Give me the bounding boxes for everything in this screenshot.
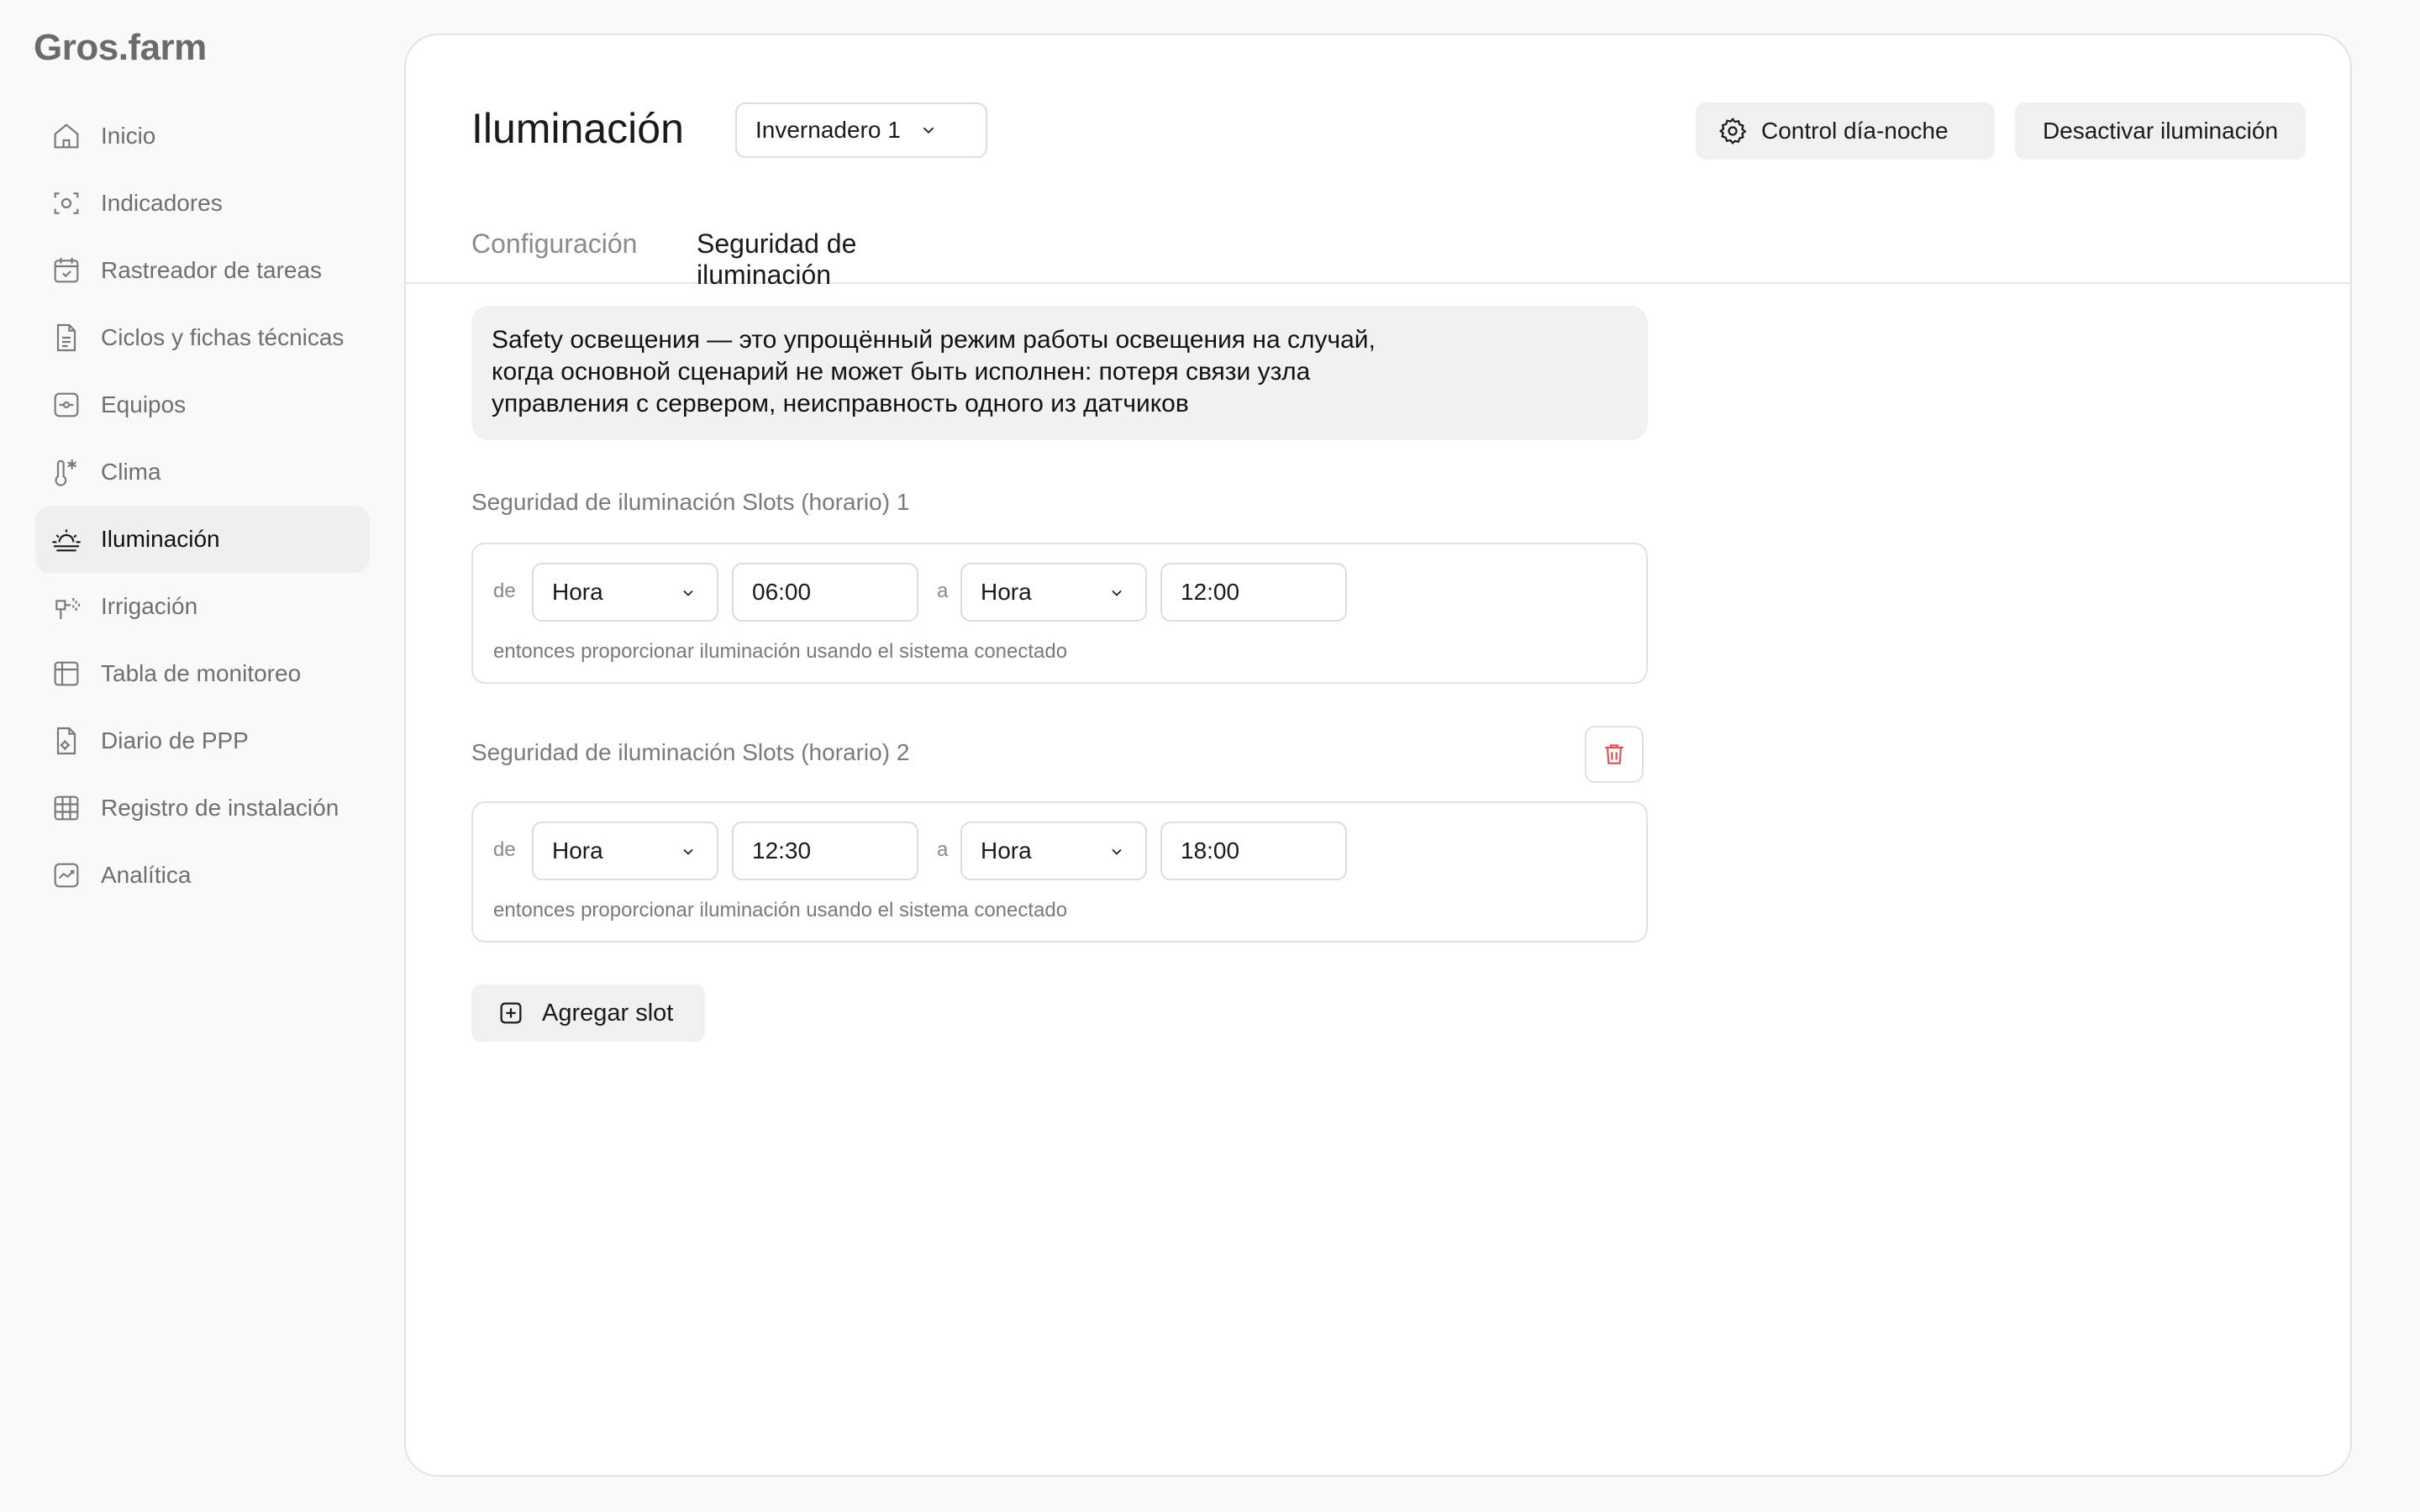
sidebar-item-label: Irrigación <box>101 593 198 619</box>
sidebar-item-label: Ciclos y fichas técnicas <box>101 324 345 350</box>
day-night-label: Control día-noche <box>1761 118 1949 144</box>
to-unit-select[interactable]: Hora <box>960 822 1147 880</box>
to-unit-select[interactable]: Hora <box>960 563 1147 622</box>
info-banner: Safety освещения — это упрощённый режим … <box>471 306 1648 440</box>
slot-card: de Hora 12:30 a Hora 18:00 entonces prop… <box>471 801 1648 942</box>
slot-card: de Hora 06:00 a Hora 12:00 entonces prop… <box>471 543 1648 684</box>
sidebar-item-irrigacion[interactable]: Irrigación <box>35 573 370 640</box>
chevron-down-icon <box>683 848 693 855</box>
sidebar-item-tabla[interactable]: Tabla de monitoreo <box>35 640 370 707</box>
info-line: Safety освещения — это упрощённый режим … <box>492 326 1376 354</box>
sidebar-item-label: Clima <box>101 459 161 485</box>
table-icon <box>49 656 84 691</box>
add-slot-button[interactable]: Agregar slot <box>471 984 705 1042</box>
sidebar-item-ciclos[interactable]: Ciclos y fichas técnicas <box>35 304 370 371</box>
chevron-down-icon <box>1112 848 1122 855</box>
slot-title: Seguridad de iluminación Slots (horario)… <box>471 739 910 765</box>
from-unit-value: Hora <box>552 837 603 864</box>
to-label: a <box>937 838 949 861</box>
greenhouse-select[interactable]: Invernadero 1 <box>735 102 987 158</box>
sidebar-item-indicadores[interactable]: Indicadores <box>35 170 370 237</box>
sidebar-item-iluminacion[interactable]: Iluminación <box>35 506 370 573</box>
sidebar-item-label: Analítica <box>101 862 192 888</box>
sidebar-item-analitica[interactable]: Analítica <box>35 842 370 909</box>
greenhouse-select-value: Invernadero 1 <box>755 117 901 143</box>
sidebar: Inicio Indicadores Rastreador de tareas … <box>35 102 370 909</box>
gear-icon <box>1718 117 1747 144</box>
to-label: a <box>937 580 949 602</box>
sidebar-item-diario[interactable]: Diario de PPP <box>35 707 370 774</box>
page-title: Iluminación <box>471 105 684 152</box>
chevron-down-icon <box>683 590 693 596</box>
info-line: управления с сервером, неисправность одн… <box>492 390 1189 417</box>
slot-title: Seguridad de iluminación Slots (horario)… <box>471 489 910 515</box>
from-unit-select[interactable]: Hora <box>532 822 718 880</box>
day-night-control-button[interactable]: Control día-noche <box>1696 102 1995 160</box>
slot-note: entonces proporcionar iluminación usando… <box>493 899 1068 921</box>
from-time-input[interactable]: 06:00 <box>732 563 918 622</box>
to-unit-value: Hora <box>981 579 1032 605</box>
slot-note: entonces proporcionar iluminación usando… <box>493 640 1068 663</box>
disable-lighting-button[interactable]: Desactivar iluminación <box>2015 102 2306 160</box>
chart-icon <box>49 858 84 893</box>
from-label: de <box>493 580 516 602</box>
sidebar-item-label: Inicio <box>101 123 156 149</box>
from-time-input[interactable]: 12:30 <box>732 822 918 880</box>
sidebar-item-rastreador[interactable]: Rastreador de tareas <box>35 237 370 304</box>
sidebar-item-label: Equipos <box>101 391 187 417</box>
sprinkler-icon <box>49 589 84 624</box>
add-slot-label: Agregar slot <box>542 999 674 1026</box>
sidebar-item-label: Diario de PPP <box>101 727 249 753</box>
to-time-input[interactable]: 12:00 <box>1160 563 1347 622</box>
calendar-check-icon <box>49 253 84 288</box>
to-unit-value: Hora <box>981 837 1032 864</box>
tab-bar: Configuración Seguridad de iluminación <box>406 195 2350 310</box>
tab-seguridad[interactable]: Seguridad de iluminación <box>697 228 929 310</box>
sidebar-item-equipos[interactable]: Equipos <box>35 371 370 438</box>
sidebar-item-label: Iluminación <box>101 526 220 552</box>
sidebar-item-registro[interactable]: Registro de instalación <box>35 774 370 842</box>
from-label: de <box>493 838 516 861</box>
sidebar-item-clima[interactable]: Clima <box>35 438 370 506</box>
sidebar-item-label: Registro de instalación <box>101 795 339 821</box>
app-logo[interactable]: Gros.farm <box>34 27 207 69</box>
from-unit-value: Hora <box>552 579 603 605</box>
trash-icon <box>1605 744 1623 764</box>
sidebar-item-label: Tabla de monitoreo <box>101 660 302 686</box>
sidebar-item-label: Rastreador de tareas <box>101 257 323 283</box>
thermometer-icon <box>49 454 84 490</box>
sidebar-item-label: Indicadores <box>101 190 223 216</box>
chevron-down-icon <box>1112 590 1122 596</box>
tab-configuracion[interactable]: Configuración <box>471 228 637 278</box>
plus-square-icon <box>500 1002 522 1024</box>
main-card: Iluminación Invernadero 1 Control día-no… <box>404 34 2352 1477</box>
device-icon <box>49 387 84 423</box>
camera-icon <box>49 186 84 221</box>
delete-slot-button[interactable] <box>1585 726 1644 783</box>
info-line: когда основной сценарий не может быть ис… <box>492 358 1311 386</box>
home-icon <box>49 118 84 154</box>
grid-icon <box>49 790 84 826</box>
chevron-down-icon <box>923 127 934 134</box>
sunrise-icon <box>49 522 84 557</box>
from-unit-select[interactable]: Hora <box>532 563 718 622</box>
document-gear-icon <box>49 723 84 759</box>
document-icon <box>49 320 84 355</box>
to-time-input[interactable]: 18:00 <box>1160 822 1347 880</box>
sidebar-item-inicio[interactable]: Inicio <box>35 102 370 170</box>
